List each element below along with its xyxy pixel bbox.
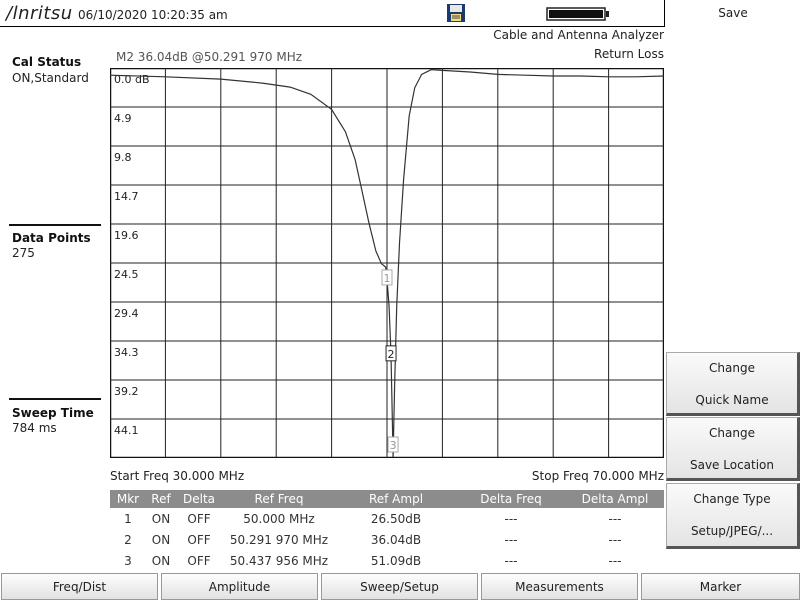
sweep-time-label: Sweep Time: [12, 406, 94, 420]
mode-title: Cable and Antenna Analyzer: [493, 28, 664, 42]
battery-icon: [546, 7, 609, 21]
status-bar: /lnritsu 06/10/2020 10:20:35 am: [0, 0, 665, 27]
y-tick-label: 39.2: [114, 385, 139, 398]
marker-table-cell: 1: [124, 511, 132, 526]
marker-flag[interactable]: 1: [381, 269, 393, 286]
cal-status-label: Cal Status: [12, 55, 82, 69]
softkey-line: Save Location: [689, 458, 775, 472]
softkey-menu-title: Save: [666, 0, 800, 27]
marker-table-row[interactable]: 2 ON OFF 50.291 970 MHz 36.04dB --- ---: [110, 529, 664, 550]
y-tick-label: 24.5: [114, 268, 139, 281]
menu-marker-button[interactable]: Marker: [641, 573, 800, 600]
softkey-line: Change: [709, 426, 755, 440]
y-tick-label: 14.7: [114, 190, 139, 203]
marker-table-col-header: Delta Ampl: [566, 490, 664, 508]
save-disk-icon: [447, 4, 465, 22]
change-type-button[interactable]: Change Type Setup/JPEG/...: [666, 483, 800, 549]
marker-flag-label: 2: [388, 348, 395, 361]
y-tick-label: 9.8: [114, 151, 132, 164]
marker-table-cell: ON: [151, 532, 171, 547]
marker-table-cell: 51.09dB: [370, 553, 422, 568]
marker-table-cell: 50.437 956 MHz: [229, 553, 329, 568]
marker-table-cell: 3: [124, 553, 132, 568]
data-points-label: Data Points: [12, 231, 91, 245]
marker-table: Mkr Ref Delta Ref Freq Ref Ampl Delta Freq Del…: [110, 490, 664, 571]
marker-table-col-header: Delta: [176, 490, 222, 508]
marker-table-row[interactable]: 3 ON OFF 50.437 956 MHz 51.09dB --- ---: [110, 550, 664, 571]
softkey-line: Change Type: [693, 492, 771, 506]
marker-table-col-header: Ref: [146, 490, 176, 508]
marker-flag[interactable]: 2: [385, 345, 397, 362]
marker-table-cell: 36.04dB: [370, 532, 422, 547]
marker-flag-label: 3: [390, 439, 397, 452]
measurement-title: Return Loss: [594, 47, 664, 61]
marker-flag[interactable]: 3: [387, 436, 399, 453]
sidebar-divider: [9, 224, 101, 226]
marker-table-col-header: Ref Freq: [222, 490, 336, 508]
marker-table-cell: ---: [504, 511, 518, 526]
marker-table-cell: ---: [608, 511, 622, 526]
marker-table-cell: ---: [504, 553, 518, 568]
marker-table-cell: 50.291 970 MHz: [229, 532, 329, 547]
change-save-location-button[interactable]: Change Save Location: [666, 417, 800, 481]
menu-amplitude-button[interactable]: Amplitude: [161, 573, 318, 600]
marker-table-cell: ---: [608, 553, 622, 568]
marker-table-cell: OFF: [187, 532, 211, 547]
marker-flag-label: 1: [384, 272, 391, 285]
marker-table-cell: 26.50dB: [370, 511, 422, 526]
cal-status-value: ON,Standard: [12, 71, 89, 85]
marker-table-cell: 50.000 MHz: [243, 511, 315, 526]
marker-table-cell: 2: [124, 532, 132, 547]
marker-table-header: Mkr Ref Delta Ref Freq Ref Ampl Delta Freq Del…: [110, 490, 664, 508]
marker-table-col-header: Delta Freq: [456, 490, 566, 508]
sweep-time-value: 784 ms: [12, 421, 57, 435]
return-loss-chart[interactable]: 0.0 dB4.99.814.719.624.529.434.339.244.1…: [110, 68, 664, 458]
menu-freq-dist-button[interactable]: Freq/Dist: [1, 573, 158, 600]
marker-table-cell: OFF: [187, 511, 211, 526]
menu-sweep-setup-button[interactable]: Sweep/Setup: [321, 573, 478, 600]
brand-logo: /lnritsu: [6, 3, 73, 24]
date-time: 06/10/2020 10:20:35 am: [78, 8, 228, 22]
marker-table-cell: ---: [608, 532, 622, 547]
marker-table-cell: ON: [151, 511, 171, 526]
y-tick-label: 4.9: [114, 112, 132, 125]
softkey-line: Change: [709, 361, 755, 375]
y-tick-label: 29.4: [114, 307, 139, 320]
change-quick-name-button[interactable]: Change Quick Name: [666, 352, 800, 416]
y-tick-label: 19.6: [114, 229, 139, 242]
sidebar-divider: [9, 398, 101, 400]
stop-freq: Stop Freq 70.000 MHz: [531, 469, 664, 483]
marker-table-cell: OFF: [187, 553, 211, 568]
softkey-line: Quick Name: [695, 393, 769, 407]
start-freq: Start Freq 30.000 MHz: [110, 469, 245, 483]
y-tick-label: 44.1: [114, 424, 139, 437]
softkey-line: Setup/JPEG/...: [690, 524, 774, 538]
marker-table-col-header: Mkr: [110, 490, 146, 508]
marker-table-cell: ---: [504, 532, 518, 547]
marker-table-row[interactable]: 1 ON OFF 50.000 MHz 26.50dB --- ---: [110, 508, 664, 529]
menu-measurements-button[interactable]: Measurements: [481, 573, 638, 600]
data-points-value: 275: [12, 246, 35, 260]
y-tick-label: 34.3: [114, 346, 139, 359]
marker-table-col-header: Ref Ampl: [336, 490, 456, 508]
marker-table-cell: ON: [151, 553, 171, 568]
marker-readout: M2 36.04dB @50.291 970 MHz: [116, 50, 303, 64]
